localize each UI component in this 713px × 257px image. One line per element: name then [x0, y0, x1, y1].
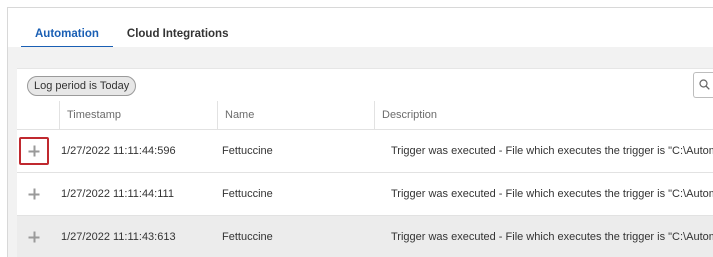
plus-icon	[28, 145, 40, 157]
log-toolbar: Log period is Today	[17, 68, 713, 101]
expand-row-button[interactable]	[19, 223, 49, 251]
expand-row-button[interactable]	[19, 180, 49, 208]
tab-automation[interactable]: Automation	[21, 26, 113, 48]
tab-bar: Automation Cloud Integrations	[21, 8, 243, 48]
plus-icon	[28, 188, 40, 200]
content-area: Log period is Today Timestamp Name Descr…	[8, 47, 713, 257]
row-description: Trigger was executed - File which execut…	[391, 188, 713, 200]
table-row[interactable]: 1/27/2022 11:11:43:613 Fettuccine Trigge…	[17, 216, 713, 257]
row-timestamp: 1/27/2022 11:11:43:613	[61, 231, 176, 243]
row-name: Fettuccine	[222, 188, 273, 200]
tab-cloud-integrations[interactable]: Cloud Integrations	[113, 26, 243, 46]
column-header-description[interactable]: Description	[374, 101, 713, 129]
search-icon	[699, 79, 710, 90]
table-row[interactable]: 1/27/2022 11:11:44:111 Fettuccine Trigge…	[17, 173, 713, 216]
column-header-timestamp[interactable]: Timestamp	[59, 101, 217, 129]
automation-log-panel: Automation Cloud Integrations Log period…	[7, 7, 713, 257]
search-button[interactable]	[693, 72, 713, 98]
expand-row-button[interactable]	[19, 137, 49, 165]
row-description: Trigger was executed - File which execut…	[391, 145, 713, 157]
row-timestamp: 1/27/2022 11:11:44:596	[61, 145, 176, 157]
table-row[interactable]: 1/27/2022 11:11:44:596 Fettuccine Trigge…	[17, 130, 713, 173]
row-name: Fettuccine	[222, 231, 273, 243]
column-header-name[interactable]: Name	[217, 101, 374, 129]
log-grid: Timestamp Name Description 1/27/2022 11:…	[17, 101, 713, 257]
row-timestamp: 1/27/2022 11:11:44:111	[61, 188, 174, 200]
row-name: Fettuccine	[222, 145, 273, 157]
row-description: Trigger was executed - File which execut…	[391, 231, 713, 243]
log-period-filter-chip[interactable]: Log period is Today	[27, 76, 137, 96]
plus-icon	[28, 231, 40, 243]
grid-header: Timestamp Name Description	[17, 101, 713, 130]
